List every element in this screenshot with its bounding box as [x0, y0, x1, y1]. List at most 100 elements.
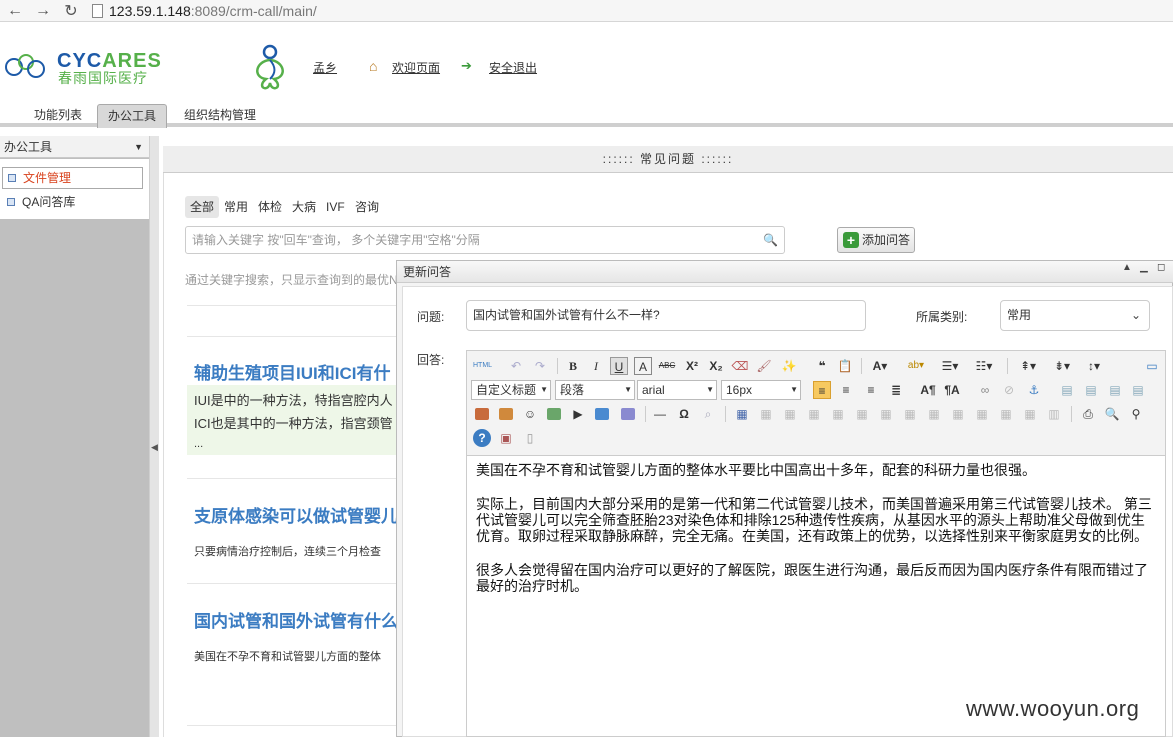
emoticon-icon[interactable]: ☺ — [521, 405, 539, 423]
insert-frame-icon[interactable] — [619, 405, 637, 423]
qa-item-title[interactable]: 国内试管和国外试管有什么 — [194, 607, 400, 632]
superscript-icon[interactable]: X² — [683, 357, 701, 375]
align-justify-icon[interactable]: ≣ — [887, 381, 905, 399]
ordered-list-icon[interactable]: ☰▾ — [941, 357, 959, 375]
help-icon[interactable]: ? — [473, 429, 491, 447]
insert-image-icon[interactable] — [497, 405, 515, 423]
font-size-select[interactable]: 16px ▼ — [721, 380, 801, 400]
search-replace-icon[interactable]: ⌕ — [699, 405, 717, 423]
category-checkup[interactable]: 体检 — [255, 196, 285, 218]
chart-icon[interactable]: ▥ — [1045, 405, 1063, 423]
category-consult[interactable]: 咨询 — [352, 196, 382, 218]
simple-upload-icon[interactable] — [473, 405, 491, 423]
special-chars-icon[interactable]: Ω — [675, 405, 693, 423]
search-input[interactable]: 请输入关键字 按"回车"查询， 多个关键字用"空格"分隔 🔍 — [185, 226, 785, 254]
category-all[interactable]: 全部 — [185, 196, 220, 218]
unlink-icon[interactable]: ⊘ — [1000, 381, 1018, 399]
html-source-icon[interactable]: HTML — [473, 357, 492, 375]
logout-link[interactable]: 安全退出 — [489, 59, 537, 76]
find-icon[interactable]: ⚲ — [1127, 405, 1145, 423]
align-left-icon[interactable]: ≡ — [813, 381, 831, 399]
format-brush-icon[interactable]: 🖌 — [755, 357, 773, 375]
sidebar-item-qa-library[interactable]: QA问答库 — [2, 192, 143, 214]
heading-select[interactable]: 自定义标题 ▼ — [471, 380, 551, 400]
collapse-icon[interactable]: ▲ — [1122, 262, 1132, 273]
drafts-icon[interactable]: ▣ — [497, 429, 515, 447]
split-rows-icon[interactable]: ▦ — [997, 405, 1015, 423]
font-border-icon[interactable]: A — [634, 357, 652, 375]
align-center-icon[interactable]: ≡ — [837, 381, 855, 399]
merge-right-icon[interactable]: ▦ — [925, 405, 943, 423]
redo-icon[interactable]: ↷ — [531, 357, 549, 375]
map-icon[interactable] — [593, 405, 611, 423]
qa-item-title[interactable]: 辅助生殖项目IUI和ICI有什 — [194, 359, 400, 384]
merge-cells-icon[interactable]: ▦ — [901, 405, 919, 423]
image-none-icon[interactable]: ▤ — [1058, 381, 1076, 399]
maximize-icon[interactable]: ◻ — [1157, 262, 1165, 273]
bold-icon[interactable]: B — [564, 357, 582, 375]
delete-table-icon[interactable]: ▦ — [757, 405, 775, 423]
reload-icon[interactable]: ↻ — [58, 1, 84, 21]
line-height-icon[interactable]: ↕▾ — [1085, 357, 1103, 375]
question-input[interactable]: 国内试管和国外试管有什么不一样? — [466, 300, 866, 331]
back-icon[interactable]: ← — [2, 2, 28, 20]
text-direction-ltr-icon[interactable]: A¶ — [919, 381, 937, 399]
category-major-illness[interactable]: 大病 — [289, 196, 319, 218]
blockquote-icon[interactable]: ❝ — [813, 357, 831, 375]
align-right-icon[interactable]: ≡ — [862, 381, 880, 399]
delete-col-icon[interactable]: ▦ — [877, 405, 895, 423]
row-spacing-bottom-icon[interactable]: ⇟▾ — [1053, 357, 1071, 375]
sidebar-splitter[interactable]: ◀ — [149, 136, 159, 737]
auto-format-icon[interactable]: ✨ — [780, 357, 798, 375]
tab-office-tools[interactable]: 办公工具 — [97, 104, 168, 128]
text-direction-rtl-icon[interactable]: ¶A — [943, 381, 961, 399]
split-cols-icon[interactable]: ▦ — [1021, 405, 1039, 423]
add-qa-button[interactable]: + 添加问答 — [837, 227, 915, 253]
forward-icon[interactable]: → — [30, 2, 56, 20]
strikethrough-icon[interactable]: ABC — [658, 357, 676, 375]
insert-row-icon[interactable]: ▦ — [805, 405, 823, 423]
insert-col-icon[interactable]: ▦ — [853, 405, 871, 423]
insert-table-icon[interactable]: ▦ — [733, 405, 751, 423]
delete-row-icon[interactable]: ▦ — [829, 405, 847, 423]
sidebar-header[interactable]: 办公工具 ▼ — [0, 136, 149, 158]
horizontal-rule-icon[interactable]: — — [651, 405, 669, 423]
tab-function-list[interactable]: 功能列表 — [24, 104, 92, 128]
merge-down-icon[interactable]: ▦ — [949, 405, 967, 423]
table-caption-icon[interactable]: ▦ — [781, 405, 799, 423]
tab-org-management[interactable]: 组织结构管理 — [174, 104, 266, 128]
paste-plain-icon[interactable]: 📋 — [836, 357, 854, 375]
search-icon[interactable]: 🔍 — [763, 227, 778, 253]
fullscreen-icon[interactable]: ▭ — [1143, 357, 1161, 375]
undo-icon[interactable]: ↶ — [507, 357, 525, 375]
anchor-icon[interactable]: ⚓ — [1025, 381, 1043, 399]
insert-video-icon[interactable]: ▶ — [569, 405, 587, 423]
category-ivf[interactable]: IVF — [323, 196, 348, 218]
category-common[interactable]: 常用 — [221, 196, 251, 218]
editor-content[interactable]: 美国在不孕不育和试管婴儿方面的整体水平要比中国高出十多年，配套的科研力量也很强。… — [476, 462, 1156, 612]
highlight-color-icon[interactable]: ab▾ — [907, 357, 925, 375]
underline-icon[interactable]: U — [610, 357, 628, 375]
eraser-icon[interactable]: ⌫ — [731, 357, 749, 375]
image-center-icon[interactable]: ▤ — [1129, 381, 1147, 399]
minimize-icon[interactable]: ▁ — [1140, 262, 1148, 273]
italic-icon[interactable]: I — [587, 357, 605, 375]
split-cells-icon[interactable]: ▦ — [973, 405, 991, 423]
qa-item-title[interactable]: 支原体感染可以做试管婴儿 — [194, 502, 400, 527]
paragraph-select[interactable]: 段落 ▼ — [555, 380, 635, 400]
user-link[interactable]: 孟乡 — [313, 59, 337, 76]
collapse-left-icon[interactable]: ◀ — [151, 442, 158, 453]
font-family-select[interactable]: arial ▼ — [637, 380, 717, 400]
font-color-icon[interactable]: A▾ — [871, 357, 889, 375]
sidebar-item-file-management[interactable]: 文件管理 — [2, 167, 143, 189]
welcome-link[interactable]: 欢迎页面 — [392, 59, 440, 76]
link-icon[interactable]: ∞ — [976, 381, 994, 399]
dialog-title-bar[interactable]: 更新问答 — [397, 261, 1173, 283]
category-select[interactable]: 常用 ⌄ — [1000, 300, 1150, 331]
template-icon[interactable]: ▯ — [521, 429, 539, 447]
scrawl-icon[interactable] — [545, 405, 563, 423]
image-right-icon[interactable]: ▤ — [1106, 381, 1124, 399]
subscript-icon[interactable]: X₂ — [707, 357, 725, 375]
address-bar[interactable]: 123.59.1.148:8089/crm-call/main/ — [92, 3, 317, 19]
print-icon[interactable]: ⎙ — [1079, 405, 1097, 423]
